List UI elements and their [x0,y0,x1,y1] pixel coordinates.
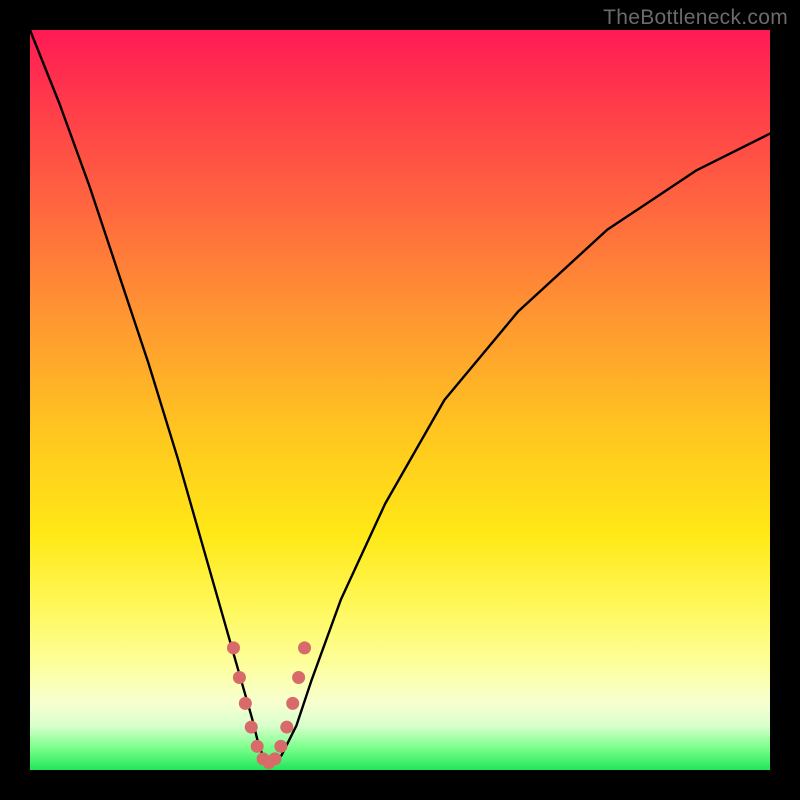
bottleneck-curve-path [30,30,770,763]
chart-frame: TheBottleneck.com [0,0,800,800]
chart-svg [30,30,770,770]
watermark-text: TheBottleneck.com [603,6,788,30]
valley-marker-dots [227,641,311,769]
chart-plot-area [30,30,770,770]
